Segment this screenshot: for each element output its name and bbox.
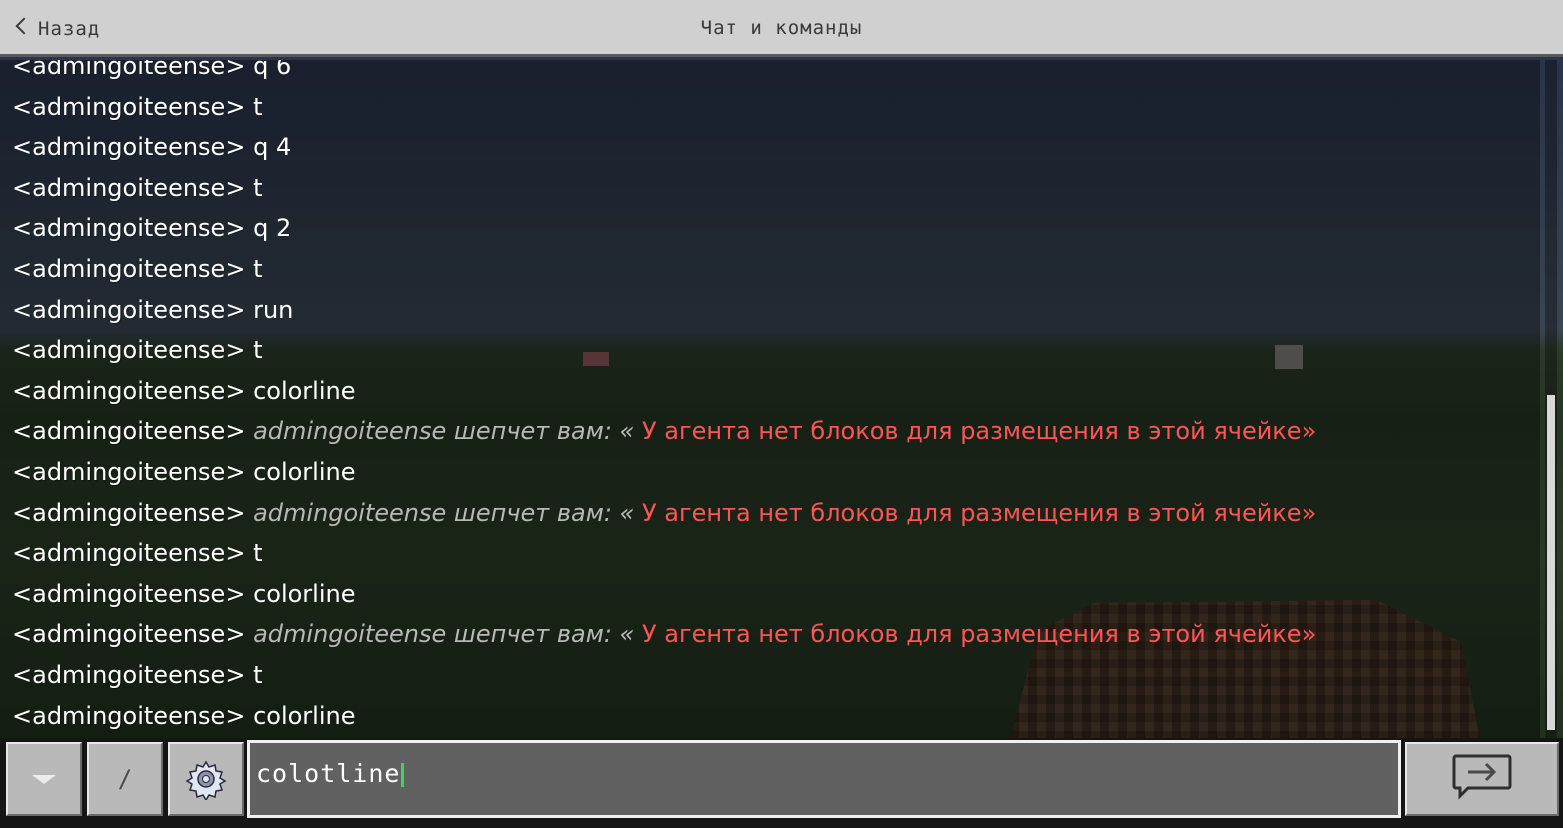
- chat-whisper-prefix: admingoiteense шепчет вам: «: [253, 620, 635, 649]
- chat-text: q 2: [253, 214, 292, 243]
- chat-lines: <admingoiteense> q 6 <admingoiteense> t <a…: [12, 60, 1316, 736]
- chat-sender: <admingoiteense>: [12, 173, 246, 202]
- history-dropdown-button[interactable]: [6, 742, 82, 816]
- chat-text: t: [253, 336, 263, 365]
- chat-message: <admingoiteense> t: [12, 168, 1316, 209]
- chat-alert-text: У агента нет блоков для размещения в это…: [634, 417, 1317, 446]
- chat-text: colorline: [253, 376, 356, 405]
- chat-text: t: [253, 173, 263, 202]
- chat-message: <admingoiteense> admingoiteense шепчет в…: [12, 614, 1316, 655]
- chat-message: <admingoiteense> t: [12, 330, 1316, 371]
- chat-text: q 4: [253, 133, 292, 162]
- chat-sender: <admingoiteense>: [12, 620, 246, 649]
- chat-message: <admingoiteense> colorline: [12, 371, 1316, 412]
- slash-icon: /: [117, 765, 133, 793]
- chat-text: colorline: [253, 579, 356, 608]
- chat-sender: <admingoiteense>: [12, 133, 246, 162]
- chat-text: t: [253, 539, 263, 568]
- chat-text: t: [253, 660, 263, 689]
- chat-sender: <admingoiteense>: [12, 295, 246, 324]
- chat-sender: <admingoiteense>: [12, 376, 246, 405]
- chat-sender: <admingoiteense>: [12, 498, 246, 527]
- chat-settings-button[interactable]: [168, 742, 244, 816]
- command-slash-button[interactable]: /: [87, 742, 163, 816]
- chat-message: <admingoiteense> run: [12, 290, 1316, 331]
- chat-text: colorline: [253, 457, 356, 486]
- chat-sender: <admingoiteense>: [12, 579, 246, 608]
- gear-icon: [185, 758, 227, 800]
- triangle-down-icon: [32, 774, 56, 784]
- chat-sender: <admingoiteense>: [12, 214, 246, 243]
- chat-scrollbar-thumb[interactable]: [1547, 395, 1555, 730]
- chat-sender: <admingoiteense>: [12, 660, 246, 689]
- chat-message: <admingoiteense> t: [12, 87, 1316, 128]
- chat-message: <admingoiteense> q 4: [12, 127, 1316, 168]
- chat-input-value[interactable]: colotline: [256, 759, 405, 788]
- chat-alert-text: У агента нет блоков для размещения в это…: [634, 498, 1317, 527]
- chat-log: <admingoiteense> q 6 <admingoiteense> t <a…: [0, 60, 1540, 738]
- chat-sender: <admingoiteense>: [12, 539, 246, 568]
- chat-message: <admingoiteense> colorline: [12, 696, 1316, 737]
- chat-sender: <admingoiteense>: [12, 417, 246, 446]
- chat-message: <admingoiteense> t: [12, 249, 1316, 290]
- chat-message: <admingoiteense> q 2: [12, 208, 1316, 249]
- chat-text: colorline: [253, 701, 356, 730]
- chat-sender: <admingoiteense>: [12, 92, 246, 121]
- chat-text: t: [253, 92, 263, 121]
- send-button[interactable]: [1405, 742, 1559, 816]
- chat-message: <admingoiteense> t: [12, 655, 1316, 696]
- title-bar: Назад Чат и команды: [0, 0, 1563, 57]
- chat-sender: <admingoiteense>: [12, 60, 246, 80]
- chat-message: <admingoiteense> admingoiteense шепчет в…: [12, 411, 1316, 452]
- chat-message: <admingoiteense> colorline: [12, 452, 1316, 493]
- chat-sender: <admingoiteense>: [12, 457, 246, 486]
- page-title: Чат и команды: [700, 17, 863, 39]
- chat-message: <admingoiteense> admingoiteense шепчет в…: [12, 493, 1316, 534]
- chat-text: t: [253, 254, 263, 283]
- chat-text: q 6: [253, 60, 292, 80]
- chat-sender: <admingoiteense>: [12, 701, 246, 730]
- text-caret: [401, 763, 405, 787]
- chat-whisper-prefix: admingoiteense шепчет вам: «: [253, 498, 635, 527]
- chat-alert-text: У агента нет блоков для размещения в это…: [634, 620, 1317, 649]
- chat-sender: <admingoiteense>: [12, 336, 246, 365]
- chat-text: run: [253, 295, 294, 324]
- chat-message: <admingoiteense> t: [12, 533, 1316, 574]
- chat-sender: <admingoiteense>: [12, 254, 246, 283]
- send-arrow-icon: [1450, 752, 1514, 806]
- chat-message: <admingoiteense> q 6: [12, 60, 1316, 87]
- chat-input-field[interactable]: colotline: [247, 740, 1401, 818]
- chat-message: <admingoiteense> colorline: [12, 574, 1316, 615]
- chat-whisper-prefix: admingoiteense шепчет вам: «: [253, 417, 635, 446]
